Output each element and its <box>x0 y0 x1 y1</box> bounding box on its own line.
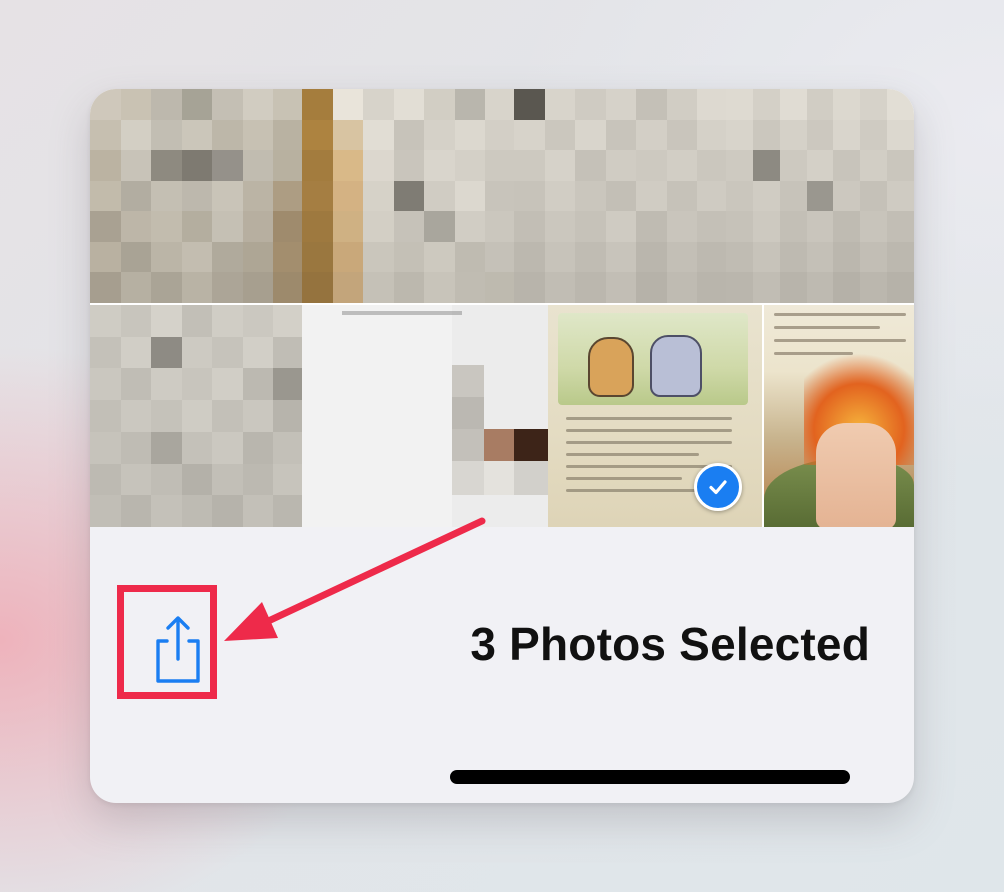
home-indicator[interactable] <box>450 770 850 784</box>
photo-thumbnail[interactable] <box>302 305 548 527</box>
photo-thumbnail[interactable] <box>90 305 304 527</box>
photo-thumbnail[interactable] <box>302 89 516 303</box>
share-button[interactable] <box>134 604 222 696</box>
photo-grid <box>90 89 914 527</box>
photos-selection-panel: 3 Photos Selected <box>90 89 914 803</box>
photo-thumbnail[interactable] <box>514 89 728 303</box>
photo-thumbnail[interactable] <box>90 89 304 303</box>
share-icon <box>148 613 208 687</box>
selected-checkmark-icon[interactable] <box>694 463 742 511</box>
photo-thumbnail[interactable] <box>764 305 914 527</box>
selection-count-title: 3 Photos Selected <box>470 618 870 670</box>
photo-thumbnail[interactable] <box>726 89 914 303</box>
